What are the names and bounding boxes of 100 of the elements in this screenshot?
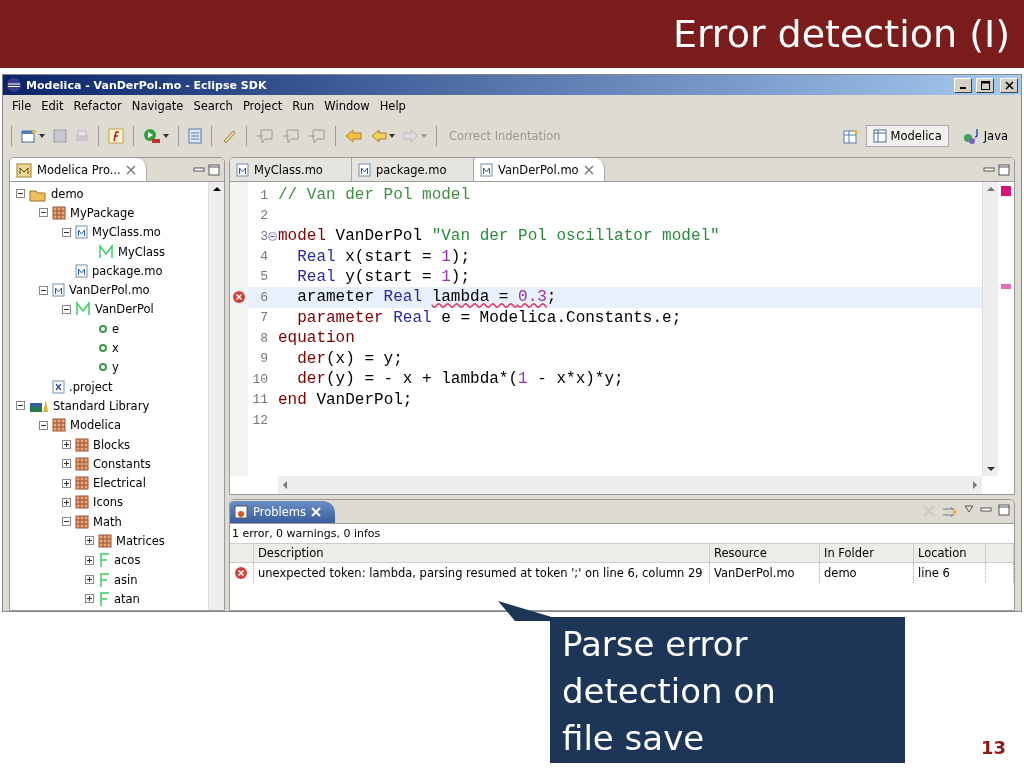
problems-icon [234,505,248,519]
new-button[interactable] [20,127,46,145]
menu-item[interactable]: Edit [36,99,69,113]
tree-item[interactable]: VanDerPol.mo [69,283,150,298]
maximize-button[interactable] [976,77,994,93]
expand-toggle[interactable] [62,459,71,469]
tree-item[interactable]: demo [51,186,84,201]
java-icon [961,128,980,144]
collapse-toggle[interactable] [39,420,48,430]
tree-item[interactable]: .project [69,379,113,394]
tree-item[interactable]: VanDerPol [95,302,154,317]
tree-item[interactable]: MyClass.mo [92,225,161,240]
collapse-toggle[interactable] [39,285,48,295]
tree-item[interactable]: Modelica [70,418,122,433]
function-button[interactable] [107,127,125,145]
dropdown-arrow-icon[interactable] [389,134,395,138]
line-number: 3 [259,228,268,244]
tree-item[interactable]: package.mo [92,263,163,278]
collapse-toggle[interactable] [39,208,48,218]
dropdown-arrow-icon[interactable] [163,134,169,138]
expand-toggle[interactable] [85,575,94,585]
line-number: 10 [251,371,268,387]
close-icon [1004,80,1014,90]
line-number: 2 [259,208,268,224]
tree-item[interactable]: acos [114,553,141,568]
code-line: Real x(start = 1); [297,247,471,266]
expand-toggle[interactable] [85,555,94,565]
problems-tab[interactable]: Problems [230,501,335,523]
function-icon [98,552,110,569]
column-header[interactable]: In Folder [820,543,914,563]
package-icon [75,437,89,452]
column-header[interactable]: Description [254,543,710,563]
file-icon [480,162,493,177]
code-line: der(x) = y; [297,349,403,368]
menu-item[interactable]: Project [237,99,288,113]
file-icon [236,162,249,177]
dropdown-arrow-icon[interactable] [39,134,45,138]
collapse-toggle[interactable] [62,517,71,527]
tree-item[interactable]: Blocks [93,437,131,452]
open-perspective-button[interactable] [841,127,860,145]
perspective-button[interactable]: Modelica [865,125,949,147]
menu-item[interactable]: Help [374,99,411,113]
collapse-toggle[interactable] [62,227,71,237]
column-header[interactable]: Location [914,543,986,563]
close-icon [583,164,594,175]
menu-item[interactable]: File [7,99,37,113]
close-button[interactable] [1000,77,1018,93]
fold-icon [268,231,277,241]
explorer-tab[interactable]: Modelica Pro... [10,158,147,181]
editor-tab[interactable]: package.mo [352,158,474,181]
variable-icon [98,323,108,334]
code-line: end VanDerPol; [278,390,413,409]
tree-item[interactable]: Icons [93,495,124,510]
tree-item[interactable]: Matrices [116,534,165,548]
close-icon [125,164,136,175]
expand-toggle[interactable] [62,478,71,488]
tree-item[interactable]: atan [114,591,140,606]
error-icon [234,566,248,580]
run-button[interactable] [142,127,170,145]
tree-item[interactable]: e [112,321,120,336]
tree-item[interactable]: MyClass [118,244,165,259]
maximize-icon [208,163,220,176]
menu-item[interactable]: Refactor [68,99,127,113]
expand-toggle[interactable] [85,594,94,604]
menu-item[interactable]: Search [188,99,238,113]
back-button[interactable] [370,127,396,145]
column-header[interactable]: Resource [710,543,820,563]
editor-tab[interactable]: MyClass.mo [230,158,352,181]
perspective-button[interactable]: Java [954,124,1015,148]
tree-item[interactable]: asin [114,572,138,587]
line-number: 4 [259,249,268,265]
expand-toggle[interactable] [62,440,71,449]
editor-tab[interactable]: VanDerPol.mo [474,158,605,181]
tree-item[interactable]: x [112,341,119,355]
collapse-toggle[interactable] [16,401,25,411]
project-icon [16,161,32,178]
collapse-toggle[interactable] [16,189,25,199]
tree-item[interactable]: Constants [93,456,151,471]
file-icon [358,162,371,177]
tree-item[interactable]: Math [93,514,122,529]
line-number: 8 [259,330,268,346]
minimize-button[interactable] [954,77,972,93]
xml-file-icon [52,379,65,394]
view-menu-icon [964,503,974,514]
tree-item[interactable]: Electrical [93,476,146,491]
variable-icon [98,343,108,353]
menu-item[interactable]: Run [287,99,320,113]
menu-item[interactable]: Navigate [126,99,189,113]
table-cell: demo [820,563,914,583]
error-location-mark [1001,284,1011,289]
expand-toggle[interactable] [62,497,71,507]
table-cell: VanDerPol.mo [710,563,820,583]
tree-item[interactable]: MyPackage [70,205,135,220]
code-line: der(y) = - x + lambda*(1 - x*x)*y; [297,370,624,389]
expand-toggle[interactable] [85,536,94,546]
tree-item[interactable]: y [112,360,119,375]
menu-item[interactable]: Window [319,99,375,113]
collapse-toggle[interactable] [62,304,71,314]
callout-text: Parse error detection on file save [562,623,777,760]
tree-item[interactable]: Standard Library [53,398,150,413]
